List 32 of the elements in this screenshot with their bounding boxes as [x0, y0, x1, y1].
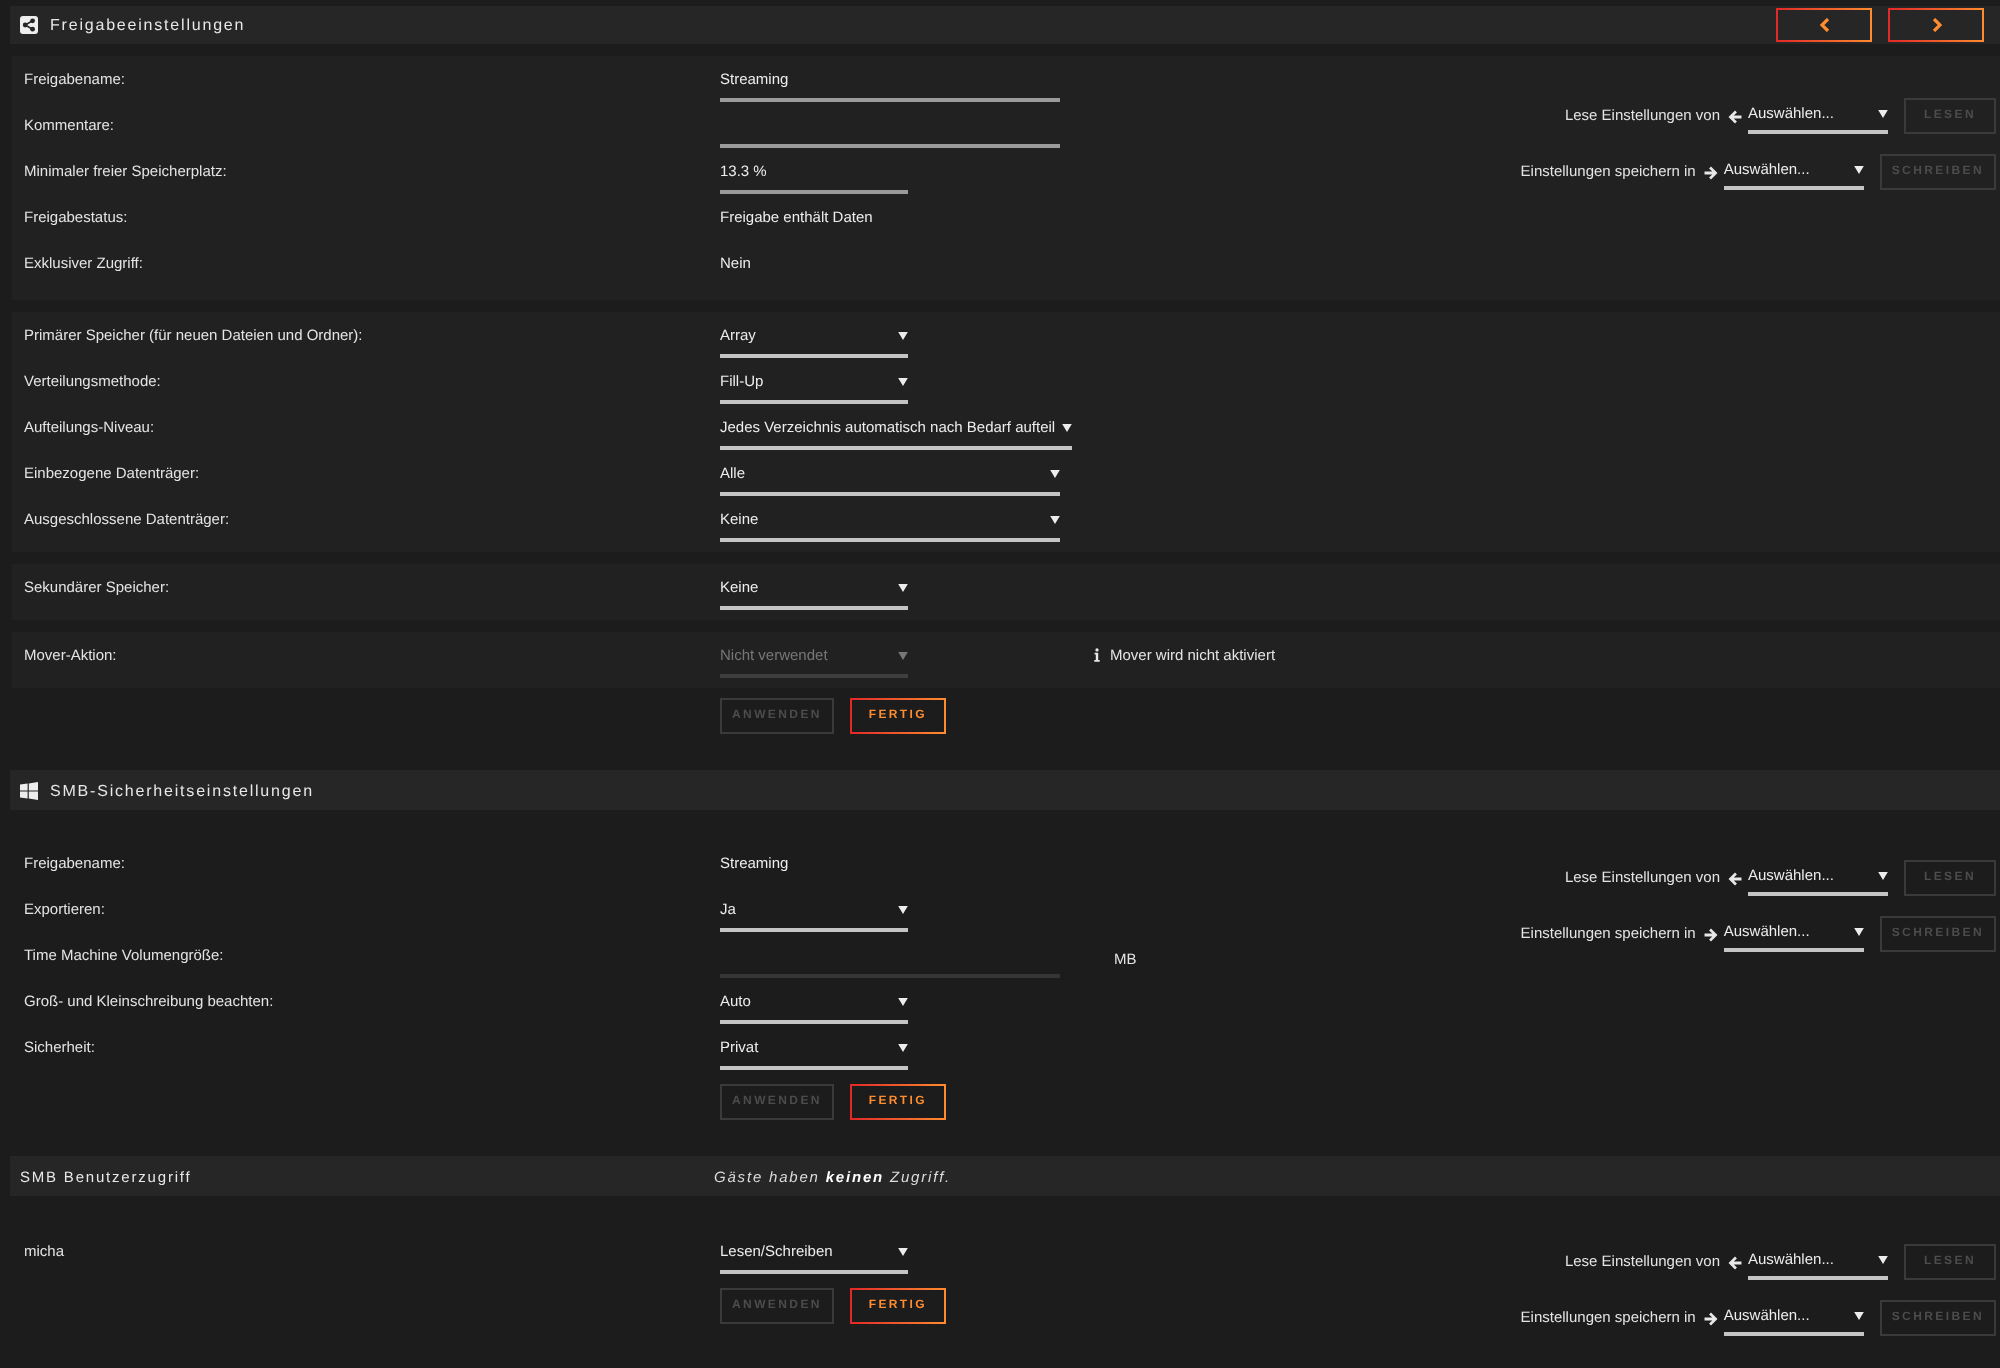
windows-icon: [20, 781, 38, 799]
caret-icon: [898, 998, 908, 1006]
caret-icon: [1061, 424, 1072, 432]
info-icon: [1094, 648, 1100, 662]
share-icon: [20, 16, 38, 34]
caret-icon: [1050, 516, 1060, 524]
caret-icon: [898, 584, 908, 592]
caret-icon: [1050, 470, 1060, 478]
caret-icon: [898, 652, 908, 660]
caret-icon: [1853, 1312, 1864, 1320]
caret-icon: [898, 1044, 908, 1052]
previous-button[interactable]: [1776, 8, 1872, 42]
caret-icon: [1878, 110, 1888, 118]
arrow-left-icon: [1728, 1255, 1742, 1269]
arrow-right-icon: [1703, 165, 1718, 179]
caret-icon: [898, 1248, 908, 1256]
section-title: SMB-Sicherheitseinstellungen: [50, 781, 314, 799]
arrow-left-icon: [1728, 109, 1742, 123]
section-title: Freigabeeinstellungen: [50, 16, 246, 34]
caret-icon: [1878, 1256, 1888, 1264]
caret-icon: [1853, 166, 1864, 174]
next-button[interactable]: [1888, 8, 1984, 42]
caret-icon: [898, 378, 908, 386]
chevron-right-icon: [1931, 18, 1941, 32]
chevron-left-icon: [1819, 18, 1829, 32]
caret-icon: [1878, 872, 1888, 880]
caret-icon: [898, 332, 908, 340]
caret-icon: [1853, 928, 1864, 936]
arrow-right-icon: [1703, 927, 1718, 941]
arrow-left-icon: [1728, 871, 1742, 885]
arrow-right-icon: [1703, 1311, 1718, 1325]
caret-icon: [898, 906, 908, 914]
